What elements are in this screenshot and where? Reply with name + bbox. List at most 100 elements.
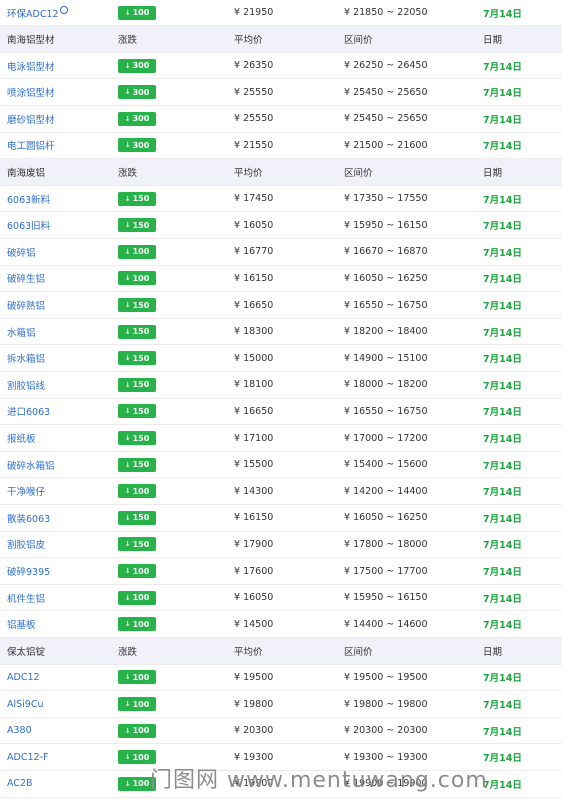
- average-price: ¥ 14300: [234, 485, 274, 497]
- product-link[interactable]: 机件生铝: [7, 591, 45, 605]
- date: 7月14日: [483, 61, 522, 73]
- date: 7月14日: [483, 779, 522, 791]
- average-price: ¥ 21950: [234, 7, 274, 18]
- product-link[interactable]: AlSi9Cu: [7, 699, 44, 710]
- product-link[interactable]: 拆水箱铝: [7, 351, 45, 365]
- price-range: ¥ 18200 ~ 18400: [344, 326, 428, 338]
- date: 7月14日: [483, 620, 522, 632]
- change-badge: ↓ 150: [118, 457, 156, 472]
- product-link[interactable]: 铝基板: [7, 617, 36, 631]
- average-price: ¥ 16650: [234, 299, 274, 311]
- date: 7月14日: [483, 247, 522, 259]
- down-arrow-icon: ↓: [124, 141, 131, 150]
- product-link[interactable]: AC2B: [7, 778, 33, 789]
- product-link[interactable]: 破碎铝: [7, 245, 36, 259]
- date: 7月14日: [483, 540, 522, 552]
- down-arrow-icon: ↓: [124, 274, 131, 283]
- date: 7月14日: [483, 700, 522, 712]
- down-arrow-icon: ↓: [124, 327, 131, 336]
- price-range: ¥ 14900 ~ 15100: [344, 352, 428, 364]
- change-badge: ↓ 150: [118, 218, 156, 233]
- average-price: ¥ 25550: [234, 113, 274, 125]
- product-link[interactable]: ADC12: [7, 672, 40, 683]
- product-link[interactable]: 割胶铝线: [7, 378, 45, 392]
- down-arrow-icon: ↓: [124, 593, 131, 602]
- average-price: ¥ 18100: [234, 379, 274, 391]
- price-range: ¥ 16050 ~ 16250: [344, 272, 428, 284]
- change-badge: ↓ 150: [118, 404, 156, 419]
- product-link[interactable]: 干净喉仔: [7, 484, 45, 498]
- down-arrow-icon: ↓: [124, 221, 131, 230]
- product-link[interactable]: 喷涂铝型材: [7, 85, 55, 99]
- price-range: ¥ 17000 ~ 17200: [344, 432, 428, 444]
- table-row: 水箱铝 ↓ 150 ¥ 18300 ¥ 18200 ~ 18400 7月14日: [0, 319, 562, 346]
- average-price: ¥ 16770: [234, 246, 274, 258]
- product-link[interactable]: ADC12-F: [7, 752, 48, 763]
- price-range: ¥ 15950 ~ 16150: [344, 219, 428, 231]
- price-range: ¥ 17800 ~ 18000: [344, 538, 428, 550]
- date: 7月14日: [483, 753, 522, 765]
- price-range: ¥ 19800 ~ 19800: [344, 698, 428, 710]
- column-header-change: 涨跌: [118, 168, 138, 180]
- product-link[interactable]: 破碎生铝: [7, 271, 45, 285]
- down-arrow-icon: ↓: [124, 779, 131, 788]
- change-badge: ↓ 300: [118, 111, 156, 126]
- product-link[interactable]: 破碎水箱铝: [7, 458, 55, 472]
- change-badge: ↓ 150: [118, 298, 156, 313]
- product-link[interactable]: A380: [7, 725, 32, 736]
- product-link[interactable]: 6063新料: [7, 192, 50, 206]
- price-range: ¥ 21850 ~ 22050: [344, 7, 428, 18]
- product-link[interactable]: 水箱铝: [7, 325, 36, 339]
- change-badge: ↓ 150: [118, 537, 156, 552]
- down-arrow-icon: ↓: [124, 460, 131, 469]
- date: 7月14日: [483, 354, 522, 366]
- product-link[interactable]: 磨砂铝型材: [7, 112, 55, 126]
- down-arrow-icon: ↓: [124, 513, 131, 522]
- price-range: ¥ 16550 ~ 16750: [344, 405, 428, 417]
- product-link[interactable]: 割胶铝皮: [7, 537, 45, 551]
- change-badge: ↓ 150: [118, 191, 156, 206]
- date: 7月14日: [483, 221, 522, 233]
- table-row: 报纸板 ↓ 150 ¥ 17100 ¥ 17000 ~ 17200 7月14日: [0, 425, 562, 452]
- price-range: ¥ 14400 ~ 14600: [344, 618, 428, 630]
- column-header-avg: 平均价: [234, 168, 263, 180]
- product-link[interactable]: 电工圆铝杆: [7, 138, 55, 152]
- price-range: ¥ 16550 ~ 16750: [344, 299, 428, 311]
- price-range: ¥ 20300 ~ 20300: [344, 725, 428, 737]
- change-badge: ↓ 100: [118, 617, 156, 632]
- average-price: ¥ 25550: [234, 86, 274, 98]
- table-row: 6063旧料 ↓ 150 ¥ 16050 ¥ 15950 ~ 16150 7月14日: [0, 213, 562, 240]
- change-badge: ↓ 100: [118, 670, 156, 685]
- down-arrow-icon: ↓: [124, 540, 131, 549]
- price-range: ¥ 21500 ~ 21600: [344, 139, 428, 151]
- column-header-date: 日期: [483, 646, 503, 658]
- table-row: 拆水箱铝 ↓ 150 ¥ 15000 ¥ 14900 ~ 15100 7月14日: [0, 346, 562, 373]
- average-price: ¥ 20300: [234, 725, 274, 737]
- down-arrow-icon: ↓: [124, 700, 131, 709]
- price-range: ¥ 19500 ~ 19500: [344, 671, 428, 683]
- price-range: ¥ 26250 ~ 26450: [344, 60, 428, 72]
- change-badge: ↓ 300: [118, 85, 156, 100]
- product-link[interactable]: 6063旧料: [7, 218, 50, 232]
- product-link[interactable]: 破碎9395: [7, 564, 50, 578]
- change-badge: ↓ 100: [118, 590, 156, 605]
- table-row: ADC12 ↓ 100 ¥ 19500 ¥ 19500 ~ 19500 7月14日: [0, 665, 562, 692]
- product-link[interactable]: 破碎熟铝: [7, 298, 45, 312]
- date: 7月14日: [483, 8, 522, 20]
- product-link[interactable]: 进口6063: [7, 404, 50, 418]
- change-badge: ↓ 100: [118, 244, 156, 259]
- date: 7月14日: [483, 673, 522, 685]
- product-link[interactable]: 电泳铝型材: [7, 59, 55, 73]
- change-badge: ↓ 150: [118, 431, 156, 446]
- product-link[interactable]: 环保ADC12: [7, 6, 59, 20]
- column-header-date: 日期: [483, 35, 503, 47]
- date: 7月14日: [483, 274, 522, 286]
- table-row: 散装6063 ↓ 150 ¥ 16150 ¥ 16050 ~ 16250 7月14日: [0, 505, 562, 532]
- price-range: ¥ 17500 ~ 17700: [344, 565, 428, 577]
- change-badge: ↓ 100: [118, 697, 156, 712]
- product-link[interactable]: 报纸板: [7, 431, 36, 445]
- product-link[interactable]: 散装6063: [7, 511, 50, 525]
- average-price: ¥ 19500: [234, 671, 274, 683]
- average-price: ¥ 15000: [234, 352, 274, 364]
- down-arrow-icon: ↓: [124, 88, 131, 97]
